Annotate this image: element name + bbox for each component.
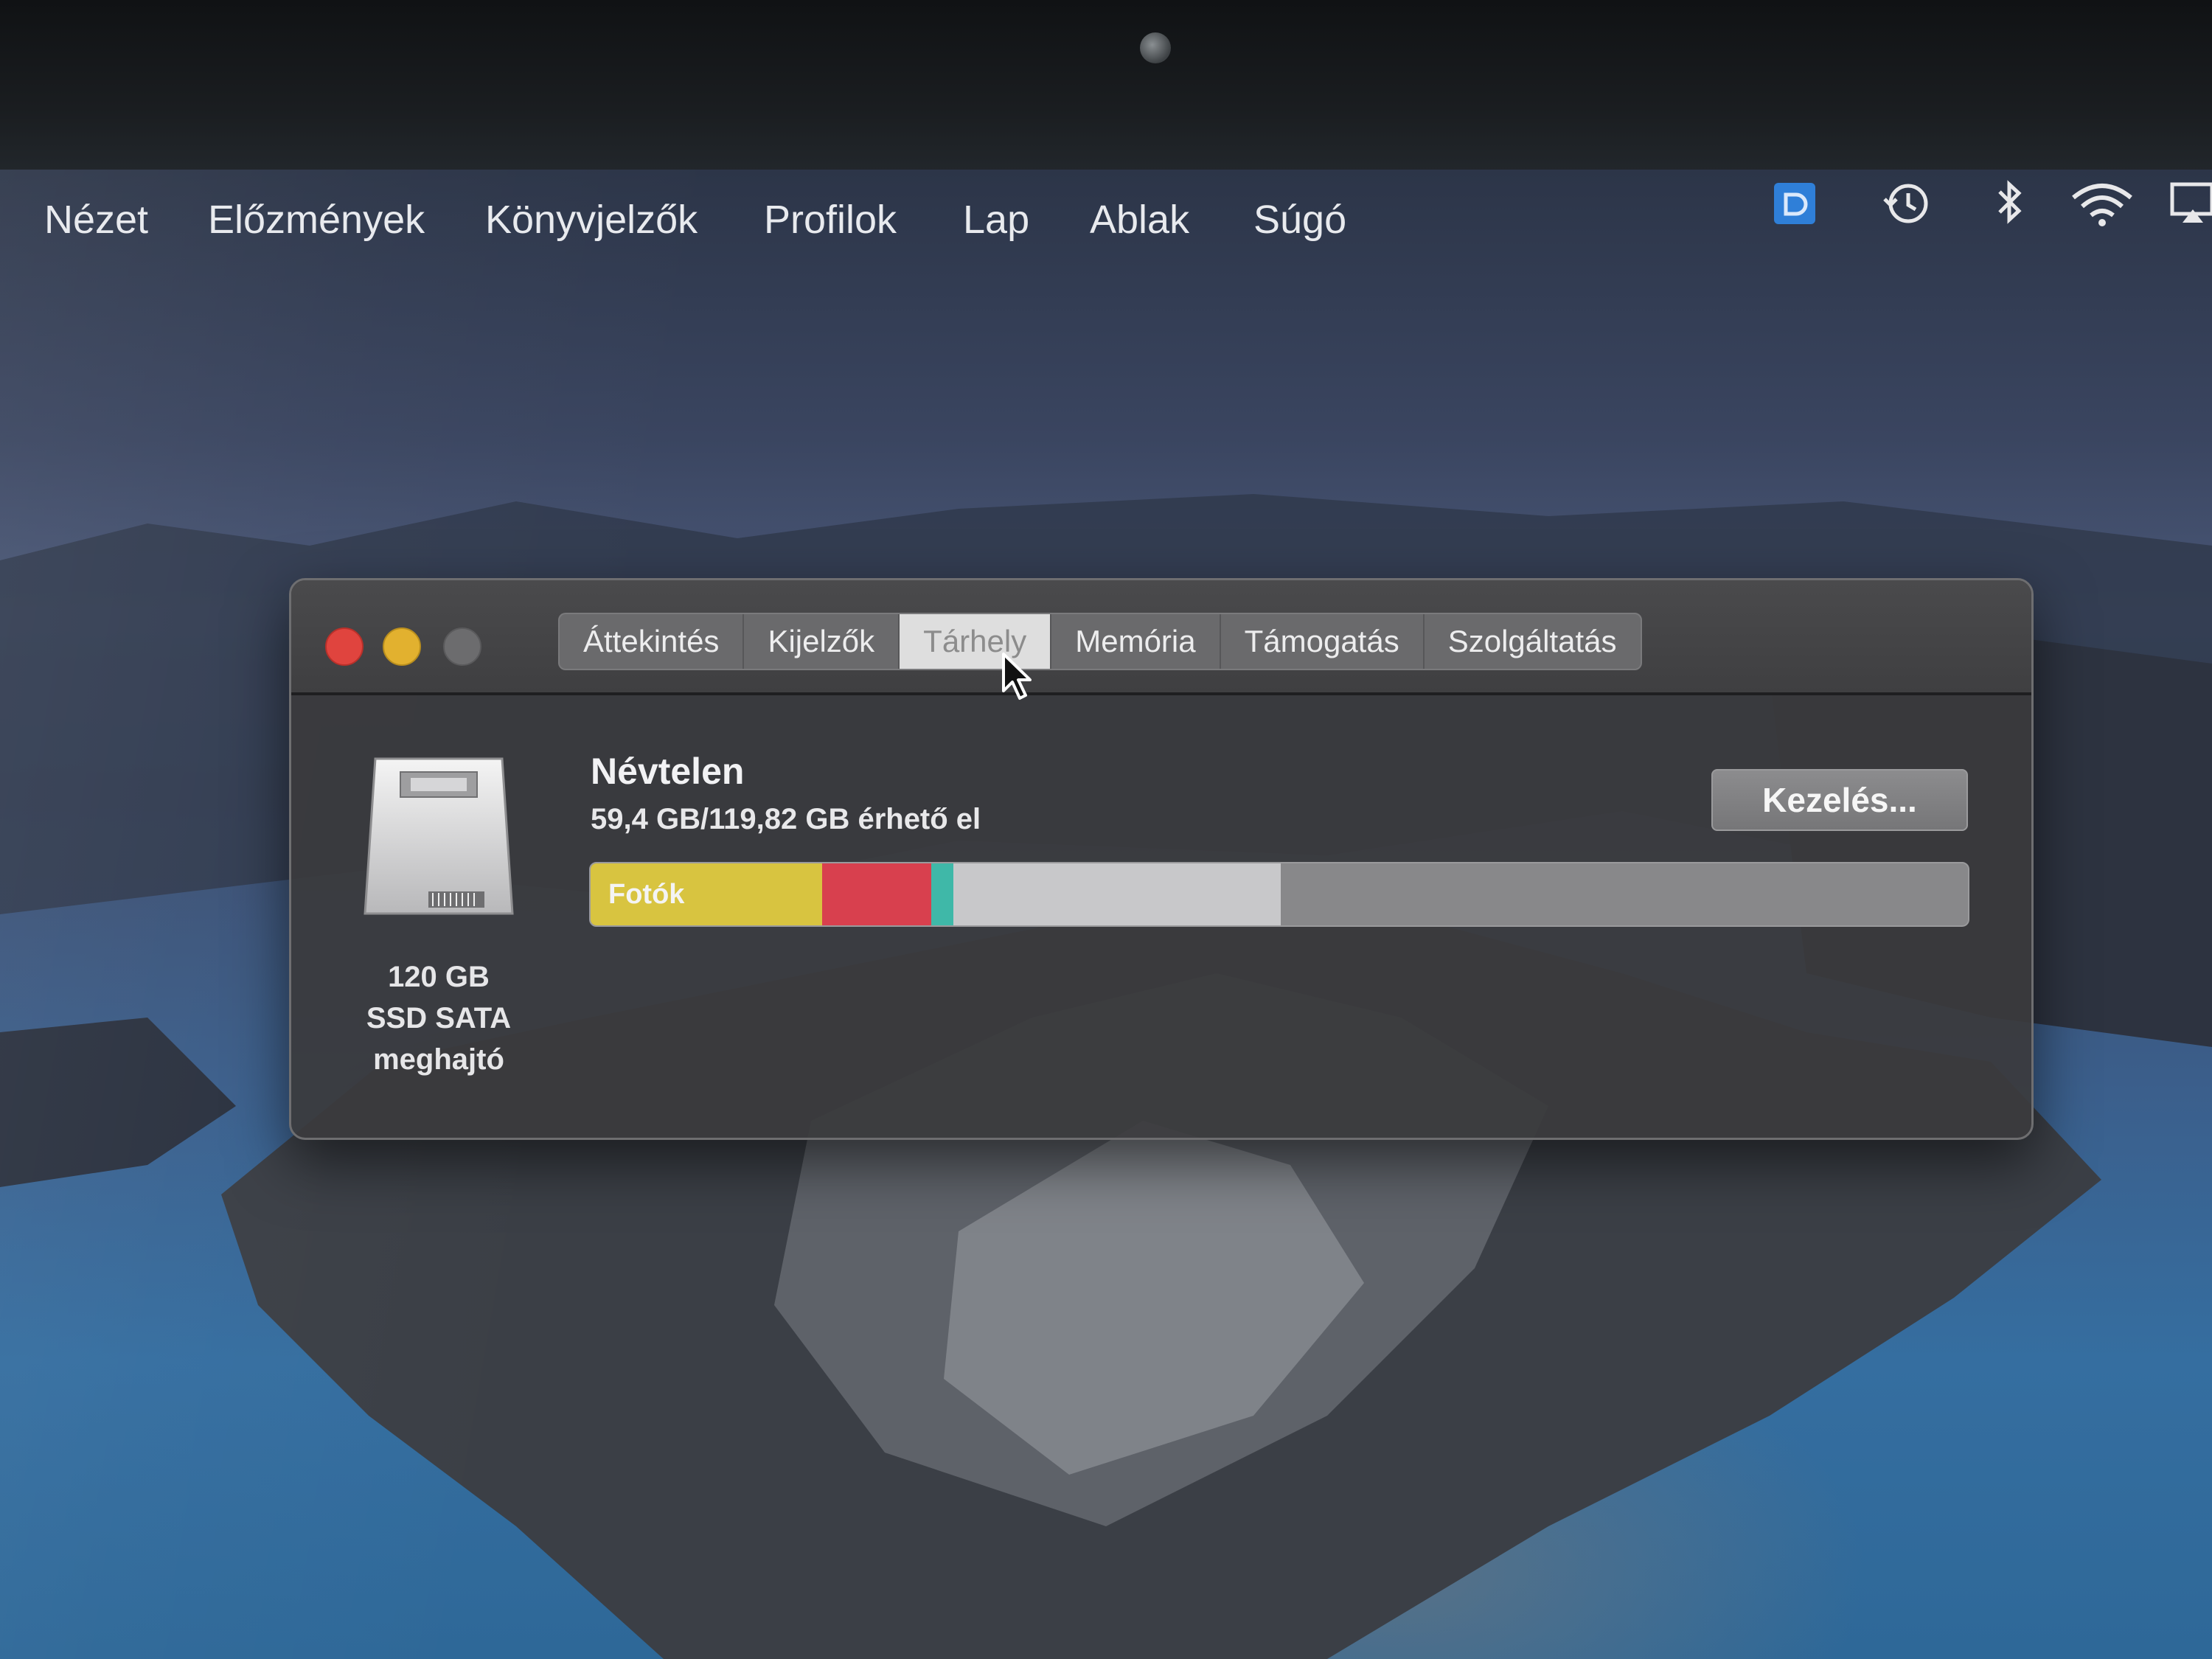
tab-bar: Áttekintés Kijelzők Tárhely Memória Támo…: [558, 613, 1642, 670]
menu-nezet[interactable]: Nézet: [44, 198, 148, 242]
tab-kijelzok[interactable]: Kijelzők: [744, 614, 900, 669]
manage-button[interactable]: Kezelés...: [1711, 769, 1968, 831]
disk-kind-label: meghajtó: [373, 1043, 504, 1076]
storage-segment-4[interactable]: [1280, 863, 1968, 925]
storage-segment-label: Fotók: [608, 879, 685, 910]
volume-availability: 59,4 GB/119,82 GB érhető el: [591, 803, 981, 835]
window-titlebar: Áttekintés Kijelzők Tárhely Memória Támo…: [291, 580, 2031, 700]
tab-memoria[interactable]: Memória: [1051, 614, 1221, 669]
camera-icon: [1140, 32, 1171, 63]
volume-name: Névtelen: [591, 751, 745, 792]
bluetooth-icon[interactable]: [1991, 177, 2028, 229]
tab-tamogatas[interactable]: Támogatás: [1221, 614, 1425, 669]
storage-segment-1[interactable]: [822, 863, 932, 925]
menu-elozmenyek[interactable]: Előzmények: [208, 198, 425, 242]
airplay-icon[interactable]: [2168, 177, 2212, 229]
disk-type-label: SSD SATA: [366, 1002, 512, 1034]
menu-konyvjelzok[interactable]: Könyvjelzők: [485, 198, 698, 242]
hard-drive-icon: [364, 757, 514, 915]
time-machine-icon[interactable]: [1877, 177, 1936, 229]
menu-ablak[interactable]: Ablak: [1090, 198, 1189, 242]
menu-profilok[interactable]: Profilok: [764, 198, 897, 242]
tab-attekintes[interactable]: Áttekintés: [560, 614, 745, 669]
menu-sugo[interactable]: Súgó: [1253, 198, 1346, 242]
storage-segment-3[interactable]: [953, 863, 1281, 925]
wifi-icon[interactable]: [2069, 177, 2135, 229]
zoom-button: [443, 627, 481, 666]
app-badge-icon[interactable]: [1770, 177, 1821, 229]
about-this-mac-window: Áttekintés Kijelzők Tárhely Memória Támo…: [289, 578, 2034, 1140]
laptop-bezel: [0, 0, 2212, 181]
mouse-pointer-icon: [1002, 653, 1032, 700]
tab-szolgaltatas[interactable]: Szolgáltatás: [1425, 614, 1641, 669]
close-button[interactable]: [325, 627, 364, 666]
storage-usage-bar[interactable]: Fotók: [589, 862, 1969, 927]
minimize-button[interactable]: [383, 627, 421, 666]
menu-lap[interactable]: Lap: [963, 198, 1029, 242]
storage-segment-2[interactable]: [931, 863, 953, 925]
disk-capacity-label: 120 GB: [388, 961, 490, 993]
